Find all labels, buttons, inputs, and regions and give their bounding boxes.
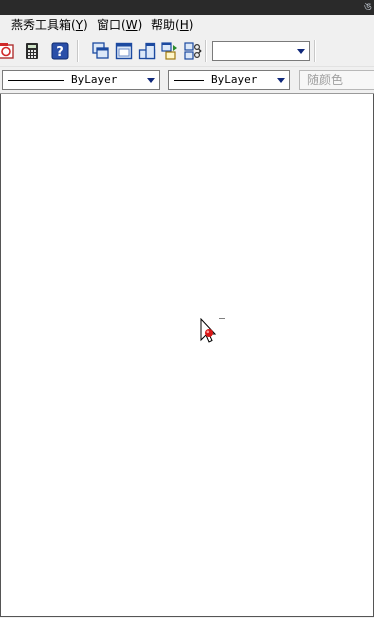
- svg-text:?: ?: [56, 45, 64, 60]
- title-bar: ঙ: [0, 0, 374, 15]
- calculator-icon[interactable]: [23, 42, 41, 60]
- menu-yanxiu-toolbox[interactable]: 燕秀工具箱(Y): [11, 17, 88, 34]
- drawing-canvas[interactable]: [0, 94, 374, 617]
- move-window-icon[interactable]: [161, 42, 179, 60]
- line-sample: [8, 80, 64, 81]
- cursor-icon: [200, 318, 225, 343]
- toolbar-separator: [77, 40, 79, 62]
- single-window-icon[interactable]: [115, 42, 133, 60]
- linetype-dropdown[interactable]: ByLayer: [2, 70, 160, 90]
- cut-window-icon[interactable]: [184, 42, 202, 60]
- menu-window[interactable]: 窗口(W): [97, 17, 142, 34]
- app-icon[interactable]: [0, 42, 15, 60]
- cascade-windows-icon[interactable]: [92, 42, 110, 60]
- chevron-down-icon: [277, 78, 285, 83]
- toolbar-dropdown[interactable]: [212, 41, 310, 61]
- color-dropdown[interactable]: 随颜色: [299, 70, 374, 90]
- toolbar-separator: [205, 40, 207, 62]
- help-icon[interactable]: ?: [51, 42, 69, 60]
- line-sample: [174, 80, 204, 81]
- toolbar-separator: [314, 40, 316, 62]
- tile-window-icon[interactable]: [138, 42, 156, 60]
- properties-toolbar: ByLayer ByLayer 随颜色: [0, 67, 374, 94]
- chevron-down-icon: [147, 78, 155, 83]
- chevron-down-icon: [297, 49, 305, 54]
- menu-help[interactable]: 帮助(H): [151, 17, 193, 34]
- menu-bar: 燕秀工具箱(Y) 窗口(W) 帮助(H): [0, 15, 374, 35]
- lineweight-dropdown[interactable]: ByLayer: [168, 70, 290, 90]
- standard-toolbar: ?: [0, 36, 374, 67]
